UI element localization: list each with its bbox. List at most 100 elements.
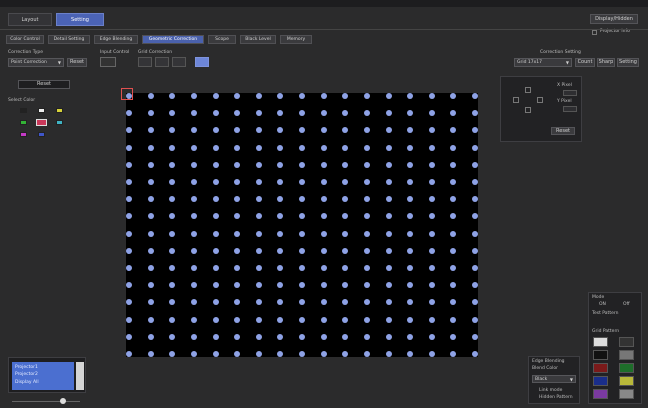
grid-point[interactable]: [363, 282, 370, 289]
grid-point[interactable]: [472, 144, 478, 151]
grid-point[interactable]: [212, 282, 219, 289]
grid-point[interactable]: [407, 213, 414, 220]
list-item[interactable]: Projector2: [15, 372, 38, 377]
grid-point[interactable]: [190, 247, 197, 254]
grid-point[interactable]: [255, 316, 262, 323]
grid-point[interactable]: [385, 213, 392, 220]
grid-point[interactable]: [363, 299, 370, 306]
grid-point[interactable]: [126, 299, 132, 306]
grid-point[interactable]: [190, 282, 197, 289]
pattern-mid[interactable]: [619, 350, 634, 360]
mode-off-radio[interactable]: Off: [623, 302, 630, 307]
grid-point[interactable]: [342, 351, 349, 357]
grid-point[interactable]: [363, 230, 370, 237]
grid-point[interactable]: [234, 127, 241, 134]
grid-point[interactable]: [126, 230, 132, 237]
grid-point[interactable]: [407, 161, 414, 168]
grid-point[interactable]: [407, 93, 414, 99]
color-chip-green[interactable]: [20, 120, 27, 125]
grid-point[interactable]: [385, 230, 392, 237]
count-button[interactable]: Count: [575, 58, 595, 67]
grid-point[interactable]: [342, 213, 349, 220]
grid-point[interactable]: [385, 299, 392, 306]
grid-point[interactable]: [234, 282, 241, 289]
grid-point[interactable]: [385, 333, 392, 340]
grid-point[interactable]: [190, 213, 197, 220]
grid-point[interactable]: [234, 179, 241, 185]
grid-point[interactable]: [169, 110, 176, 117]
grid-point[interactable]: [320, 213, 327, 220]
zoom-slider[interactable]: [8, 398, 86, 406]
grid-point[interactable]: [472, 247, 478, 254]
grid-point[interactable]: [126, 196, 132, 203]
grid-point[interactable]: [299, 247, 305, 254]
grid-point[interactable]: [472, 230, 478, 237]
grid-point[interactable]: [450, 144, 457, 151]
grid-point[interactable]: [299, 333, 305, 340]
grid-point[interactable]: [320, 316, 327, 323]
grid-point[interactable]: [342, 179, 349, 185]
pattern-black[interactable]: [593, 350, 608, 360]
grid-point[interactable]: [255, 213, 262, 220]
grid-option-2[interactable]: [155, 57, 169, 67]
grid-point[interactable]: [320, 161, 327, 168]
grid-point[interactable]: [190, 144, 197, 151]
grid-point[interactable]: [342, 333, 349, 340]
grid-point[interactable]: [147, 179, 154, 185]
grid-point[interactable]: [126, 333, 132, 340]
grid-point[interactable]: [428, 179, 435, 185]
grid-point[interactable]: [299, 265, 305, 271]
grid-point[interactable]: [472, 333, 478, 340]
grid-point[interactable]: [234, 299, 241, 306]
grid-point[interactable]: [385, 316, 392, 323]
grid-point[interactable]: [363, 351, 370, 357]
subtab-memory[interactable]: Memory: [280, 35, 312, 44]
grid-point[interactable]: [472, 282, 478, 289]
grid-point[interactable]: [472, 127, 478, 134]
grid-point[interactable]: [147, 265, 154, 271]
grid-point[interactable]: [472, 179, 478, 185]
grid-point[interactable]: [428, 299, 435, 306]
grid-point[interactable]: [407, 230, 414, 237]
grid-point[interactable]: [126, 179, 132, 185]
grid-point[interactable]: [450, 196, 457, 203]
grid-point[interactable]: [450, 93, 457, 99]
move-reset-button[interactable]: Reset: [551, 127, 575, 135]
grid-point[interactable]: [299, 179, 305, 185]
grid-point[interactable]: [342, 247, 349, 254]
grid-point[interactable]: [428, 127, 435, 134]
grid-point[interactable]: [450, 213, 457, 220]
grid-point[interactable]: [212, 144, 219, 151]
grid-point[interactable]: [126, 127, 132, 134]
subtab-black-level[interactable]: Black Level: [240, 35, 276, 44]
grid-point[interactable]: [169, 144, 176, 151]
grid-point[interactable]: [234, 144, 241, 151]
grid-point[interactable]: [126, 265, 132, 271]
grid-point[interactable]: [363, 316, 370, 323]
grid-point[interactable]: [342, 316, 349, 323]
grid-point[interactable]: [299, 93, 305, 99]
grid-point[interactable]: [234, 213, 241, 220]
grid-point[interactable]: [212, 299, 219, 306]
arrow-up-icon[interactable]: [525, 87, 531, 93]
grid-point[interactable]: [212, 265, 219, 271]
grid-point[interactable]: [147, 282, 154, 289]
color-chip-blue[interactable]: [38, 132, 45, 137]
grid-point[interactable]: [363, 265, 370, 271]
grid-point[interactable]: [342, 93, 349, 99]
arrow-down-icon[interactable]: [525, 107, 531, 113]
x-pixel-input[interactable]: [563, 90, 577, 96]
grid-point[interactable]: [385, 161, 392, 168]
grid-point[interactable]: [255, 196, 262, 203]
grid-point[interactable]: [320, 247, 327, 254]
grid-point[interactable]: [277, 265, 284, 271]
grid-point[interactable]: [147, 333, 154, 340]
grid-point[interactable]: [363, 333, 370, 340]
grid-point[interactable]: [320, 333, 327, 340]
grid-point[interactable]: [342, 299, 349, 306]
grid-point[interactable]: [126, 316, 132, 323]
grid-point[interactable]: [147, 161, 154, 168]
grid-point[interactable]: [212, 230, 219, 237]
grid-point[interactable]: [363, 110, 370, 117]
grid-point[interactable]: [320, 230, 327, 237]
